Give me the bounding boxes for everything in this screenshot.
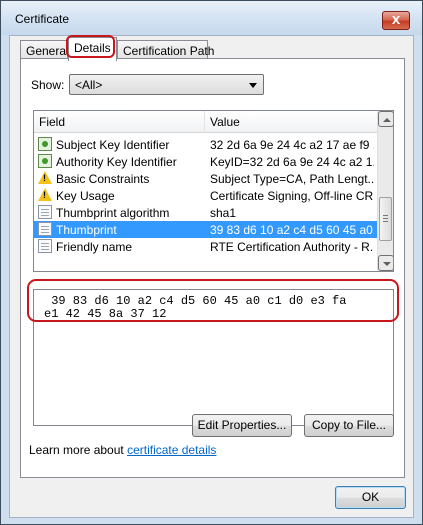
- chevron-down-icon: [249, 83, 257, 88]
- learn-more-text: Learn more about certificate details: [29, 443, 216, 457]
- row-field: Thumbprint algorithm: [56, 206, 170, 220]
- row-value: KeyID=32 2d 6a 9e 24 4c a2 1...: [210, 155, 374, 169]
- scroll-up-icon[interactable]: [378, 111, 393, 127]
- title-bar[interactable]: Certificate x: [1, 1, 422, 35]
- document-icon: [38, 239, 52, 253]
- certificate-details-link[interactable]: certificate details: [127, 443, 216, 457]
- list-row-key-usage[interactable]: Key Usage Certificate Signing, Off-line …: [34, 187, 378, 204]
- fields-list[interactable]: Field Value Subject Key Identifier 32 2d…: [33, 110, 394, 272]
- vertical-scrollbar[interactable]: [377, 111, 393, 271]
- row-value: 39 83 d6 10 a2 c4 d5 60 45 a0...: [210, 223, 374, 237]
- show-dropdown-value: <All>: [75, 78, 103, 92]
- list-header: Field Value: [34, 111, 378, 133]
- copy-to-file-label: Copy to File...: [311, 418, 387, 432]
- close-icon: x: [391, 11, 401, 28]
- copy-to-file-button[interactable]: Copy to File...: [304, 414, 394, 437]
- row-field: Subject Key Identifier: [56, 138, 170, 152]
- edit-properties-label: Edit Properties...: [197, 418, 287, 432]
- certificate-window: Certificate x General Details Certificat…: [0, 0, 423, 525]
- dialog-client-area: General Details Certification Path Show:…: [9, 35, 414, 518]
- row-value: 32 2d 6a 9e 24 4c a2 17 ae f9 ...: [210, 138, 374, 152]
- tab-general-label: General: [26, 44, 69, 58]
- scroll-thumb[interactable]: [379, 197, 392, 241]
- row-field: Authority Key Identifier: [56, 155, 177, 169]
- column-header-field[interactable]: Field: [39, 115, 65, 129]
- list-row-thumbprint-algorithm[interactable]: Thumbprint algorithm sha1: [34, 204, 378, 221]
- show-label: Show:: [31, 78, 65, 92]
- list-row-authority-key-identifier[interactable]: Authority Key Identifier KeyID=32 2d 6a …: [34, 153, 378, 170]
- list-row-friendly-name[interactable]: Friendly name RTE Certification Authorit…: [34, 238, 378, 255]
- ok-label: OK: [361, 490, 380, 504]
- row-field: Basic Constraints: [56, 172, 150, 186]
- warning-icon: [38, 188, 52, 202]
- row-value: Subject Type=CA, Path Lengt...: [210, 172, 374, 186]
- list-row-thumbprint[interactable]: Thumbprint 39 83 d6 10 a2 c4 d5 60 45 a0…: [34, 221, 378, 238]
- show-dropdown[interactable]: <All>: [69, 74, 264, 95]
- row-value: Certificate Signing, Off-line CR...: [210, 189, 374, 203]
- scroll-down-icon[interactable]: [378, 255, 393, 271]
- column-separator[interactable]: [204, 111, 205, 133]
- close-button[interactable]: x: [382, 11, 410, 30]
- column-header-value[interactable]: Value: [210, 115, 240, 129]
- warning-icon: [38, 171, 52, 185]
- row-value: RTE Certification Authority - R...: [210, 240, 374, 254]
- row-field: Friendly name: [56, 240, 133, 254]
- certificate-green-icon: [38, 137, 52, 151]
- list-row-basic-constraints[interactable]: Basic Constraints Subject Type=CA, Path …: [34, 170, 378, 187]
- tab-certification-path-label: Certification Path: [123, 44, 215, 58]
- edit-properties-button[interactable]: Edit Properties...: [192, 414, 292, 437]
- row-field: Thumbprint: [56, 223, 117, 237]
- list-row-subject-key-identifier[interactable]: Subject Key Identifier 32 2d 6a 9e 24 4c…: [34, 136, 378, 153]
- document-icon: [38, 205, 52, 219]
- thumbprint-value-highlight: [27, 279, 399, 322]
- tab-details-highlight: [66, 35, 115, 58]
- window-title: Certificate: [15, 12, 70, 26]
- details-tab-panel: Show: <All> Field Value Subject Key Iden…: [20, 58, 405, 478]
- document-icon: [38, 222, 52, 236]
- learn-more-prefix: Learn more about: [29, 443, 128, 457]
- row-field: Key Usage: [56, 189, 115, 203]
- row-value: sha1: [210, 206, 237, 220]
- ok-button[interactable]: OK: [335, 486, 406, 509]
- certificate-green-icon: [38, 154, 52, 168]
